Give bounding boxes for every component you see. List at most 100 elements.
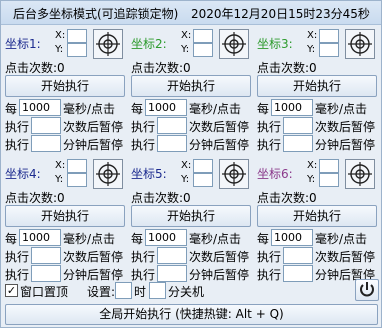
y-input[interactable] — [67, 173, 87, 187]
y-label: Y: — [307, 44, 316, 55]
crosshair-icon — [222, 162, 246, 186]
x-label: X: — [181, 30, 192, 41]
execute-label: 执行 — [131, 138, 156, 152]
pause-count-input[interactable] — [283, 247, 313, 264]
click-count-label: 点击次数:0 — [257, 61, 317, 75]
every-label: 每 — [131, 232, 144, 246]
target-picker-button[interactable] — [93, 29, 123, 59]
click-count-label: 点击次数:0 — [131, 191, 191, 205]
coord-label: 坐标3: — [257, 37, 293, 51]
pause-minutes-input[interactable] — [31, 135, 61, 152]
start-button[interactable]: 开始执行 — [257, 75, 377, 97]
x-label: X: — [181, 160, 192, 171]
shutdown-minute-input[interactable] — [149, 282, 166, 299]
crosshair-icon — [222, 32, 246, 56]
start-button[interactable]: 开始执行 — [131, 205, 251, 227]
coord-label: 坐标4: — [5, 167, 41, 181]
pause-after-count-label: 次数后暂停 — [189, 250, 250, 264]
pause-count-input[interactable] — [157, 117, 187, 134]
pause-after-minutes-label: 分钟后暂停 — [63, 138, 124, 152]
pause-count-input[interactable] — [31, 117, 61, 134]
target-picker-button[interactable] — [219, 159, 249, 189]
pause-after-count-label: 次数后暂停 — [63, 250, 124, 264]
global-start-button[interactable]: 全局开始执行 (快捷热键: Alt + Q) — [5, 304, 378, 325]
interval-input[interactable]: 1000 — [271, 229, 313, 246]
y-input[interactable] — [193, 173, 213, 187]
execute-label: 执行 — [5, 138, 30, 152]
interval-input[interactable]: 1000 — [145, 99, 187, 116]
target-picker-button[interactable] — [219, 29, 249, 59]
pause-after-minutes-label: 分钟后暂停 — [315, 138, 376, 152]
ms-per-click-label: 毫秒/点击 — [189, 102, 242, 116]
coord-label: 坐标5: — [131, 167, 167, 181]
every-label: 每 — [257, 102, 270, 116]
y-label: Y: — [181, 174, 190, 185]
interval-input[interactable]: 1000 — [19, 99, 61, 116]
click-count-label: 点击次数:0 — [131, 61, 191, 75]
pause-count-input[interactable] — [31, 247, 61, 264]
power-icon — [360, 282, 374, 297]
click-count-value: 0 — [57, 191, 65, 205]
click-count-label: 点击次数:0 — [5, 61, 65, 75]
pause-after-count-label: 次数后暂停 — [63, 120, 124, 134]
click-count-value: 0 — [183, 191, 191, 205]
target-picker-button[interactable] — [345, 159, 375, 189]
interval-input[interactable]: 1000 — [145, 229, 187, 246]
ms-per-click-label: 毫秒/点击 — [63, 102, 116, 116]
y-input[interactable] — [193, 43, 213, 57]
power-button[interactable] — [355, 279, 379, 301]
y-label: Y: — [55, 174, 64, 185]
x-label: X: — [55, 160, 66, 171]
window-top-checkbox[interactable]: ✓ — [5, 284, 18, 297]
pause-after-count-label: 次数后暂停 — [315, 250, 376, 264]
pause-count-input[interactable] — [283, 117, 313, 134]
interval-input[interactable]: 1000 — [271, 99, 313, 116]
x-input[interactable] — [193, 159, 213, 173]
pause-count-input[interactable] — [157, 247, 187, 264]
x-label: X: — [307, 30, 318, 41]
every-label: 每 — [257, 232, 270, 246]
start-button[interactable]: 开始执行 — [5, 75, 125, 97]
x-input[interactable] — [319, 159, 339, 173]
pause-minutes-input[interactable] — [283, 265, 313, 282]
pause-minutes-input[interactable] — [157, 135, 187, 152]
click-count-value: 0 — [309, 191, 317, 205]
x-input[interactable] — [67, 29, 87, 43]
main-window: 后台多坐标模式(可追踪锁定物) 2020年12月20日15时23分45秒 坐标1… — [0, 0, 382, 328]
pause-minutes-input[interactable] — [157, 265, 187, 282]
start-button[interactable]: 开始执行 — [257, 205, 377, 227]
window-title: 后台多坐标模式(可追踪锁定物) — [13, 7, 179, 21]
y-label: Y: — [55, 44, 64, 55]
y-label: Y: — [181, 44, 190, 55]
crosshair-icon — [96, 32, 120, 56]
x-input[interactable] — [67, 159, 87, 173]
execute-label: 执行 — [131, 120, 156, 134]
click-count-value: 0 — [183, 61, 191, 75]
target-picker-button[interactable] — [93, 159, 123, 189]
y-input[interactable] — [67, 43, 87, 57]
y-input[interactable] — [319, 43, 339, 57]
target-picker-button[interactable] — [345, 29, 375, 59]
coord-label: 坐标6: — [257, 167, 293, 181]
ms-per-click-label: 毫秒/点击 — [315, 102, 368, 116]
every-label: 每 — [5, 102, 18, 116]
pause-minutes-input[interactable] — [31, 265, 61, 282]
x-input[interactable] — [193, 29, 213, 43]
execute-label: 执行 — [5, 268, 30, 282]
y-input[interactable] — [319, 173, 339, 187]
pause-after-count-label: 次数后暂停 — [315, 120, 376, 134]
start-button[interactable]: 开始执行 — [131, 75, 251, 97]
start-button[interactable]: 开始执行 — [5, 205, 125, 227]
crosshair-icon — [348, 162, 372, 186]
click-count-value: 0 — [57, 61, 65, 75]
pause-after-minutes-label: 分钟后暂停 — [63, 268, 124, 282]
every-label: 每 — [5, 232, 18, 246]
execute-label: 执行 — [131, 250, 156, 264]
window-top-label: 窗口置顶 — [20, 285, 69, 299]
pause-minutes-input[interactable] — [283, 135, 313, 152]
shutdown-hour-input[interactable] — [115, 282, 132, 299]
execute-label: 执行 — [257, 120, 282, 134]
ms-per-click-label: 毫秒/点击 — [63, 232, 116, 246]
x-input[interactable] — [319, 29, 339, 43]
interval-input[interactable]: 1000 — [19, 229, 61, 246]
